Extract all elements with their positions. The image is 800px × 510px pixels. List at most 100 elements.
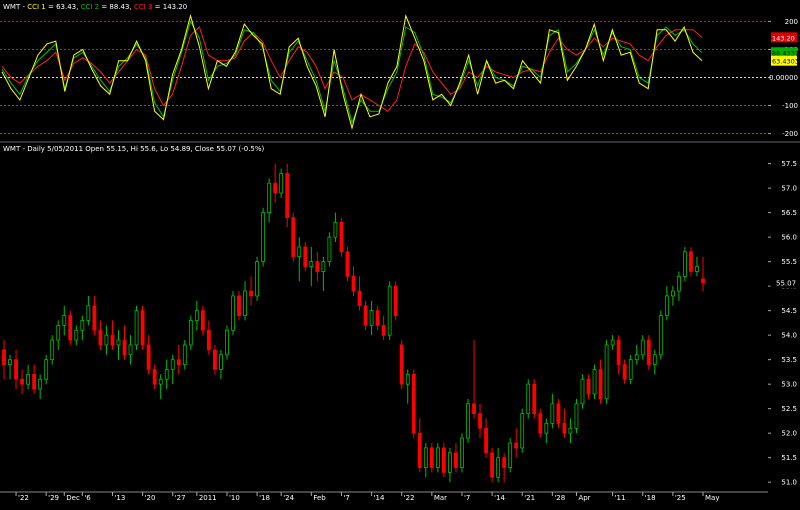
x-tick-label: '18 [645,494,656,502]
candle-body [484,427,488,454]
price-y-tick-label: 51.5 [781,454,797,462]
candle-body [538,413,543,434]
candle-body [369,310,374,326]
price-title: WMT - Daily 5/05/2011 Open 55.15, Hi 55.… [3,145,265,153]
cci-value-tag-label: 63.4303 [772,58,799,66]
candle-body [411,373,416,434]
candle-body [664,295,669,316]
candle-body [556,403,561,424]
candle-body [279,173,284,194]
cci-title-part: CCI 3 [134,3,153,11]
candle-body [580,378,585,405]
candle-body [20,378,24,385]
x-tick-label: '14 [374,494,385,502]
candle-body [393,285,398,316]
x-tick-label: '25 [675,494,686,502]
candle-body [472,403,476,414]
candle-body [490,452,494,478]
candle-body [634,354,639,361]
candle-body [676,275,681,292]
candle-body [550,403,555,424]
candle-body [604,344,609,400]
candle-body [92,305,97,331]
candle-body [188,320,193,346]
x-tick-label: '18 [259,494,270,502]
candle-body [616,339,621,365]
candle-body [435,447,440,468]
candle-body [273,182,278,194]
price-y-tick-label: 52.5 [781,405,797,413]
candle-body [478,413,482,429]
x-tick-label: Dec [66,494,80,502]
candle-body [610,339,615,346]
x-tick-label: '20 [145,494,156,502]
x-tick-label: '22 [404,494,415,502]
candle-body [640,339,645,356]
candle-body [116,339,121,346]
candle-body [315,261,320,272]
candle-body [658,315,663,356]
candle-body [309,261,314,267]
x-tick-label: '27 [175,494,186,502]
candle-body [321,261,326,272]
candle-body [405,373,410,385]
candle-body [466,403,470,439]
candle-body [8,359,12,365]
candle-body [146,344,151,370]
x-tick-label: '21 [524,494,535,502]
price-y-tick-label: 56.5 [781,209,797,217]
candle-body [176,359,181,365]
candle-body [381,324,386,336]
candle-body [646,339,651,365]
candle-body [496,457,501,478]
candle-body [345,251,350,277]
candle-body [86,305,91,321]
x-tick-label: Mar [434,494,447,502]
candle-body [357,290,362,307]
x-tick-label: '10 [229,494,240,502]
candle-body [423,447,428,468]
price-y-tick-label: 57.0 [781,185,797,193]
candle-body [200,310,205,331]
candle-body [454,452,458,468]
price-y-tick-label: 51.0 [781,479,797,487]
candle-body [38,378,43,390]
candle-body [297,246,302,258]
candle-body [152,369,157,385]
chart-area: WMT - CCI 1 = 63.43, CCI 2 = 88.43, CCI … [0,0,800,506]
candle-body [206,329,211,351]
price-y-tick-label: 52.0 [781,430,797,438]
x-tick-label: '14 [494,494,505,502]
candle-body [14,359,18,380]
candle-body [327,236,332,263]
chart-background [0,0,800,506]
candle-body [164,369,169,380]
cci-title-part: CCI 1 [27,3,46,11]
candle-body [652,354,657,365]
candle-body [249,290,253,297]
candle-body [514,442,519,449]
candle-body [261,212,266,263]
candle-body [532,383,537,414]
candle-body [231,295,235,331]
candle-body [26,373,31,385]
chart-svg: WMT - CCI 1 = 63.43, CCI 2 = 88.43, CCI … [0,0,800,506]
candle-body [568,427,573,434]
x-tick-label: '6 [84,494,91,502]
cci-y-tick-label: 200 [785,18,798,26]
candle-body [363,305,368,326]
candle-body [448,452,452,473]
candle-body [170,359,175,370]
candle-body [544,422,549,434]
candle-body [460,437,464,468]
price-y-tick-label: 55.5 [781,258,797,266]
price-y-tick-label: 54.0 [781,332,797,340]
candle-body [74,329,79,341]
candle-body [32,373,37,390]
candle-body [508,442,513,468]
cci-title-part: WMT - [3,3,27,11]
candle-body [701,278,705,284]
candle-body [182,344,187,365]
x-tick-label: '24 [283,494,294,502]
candle-body [502,457,507,468]
